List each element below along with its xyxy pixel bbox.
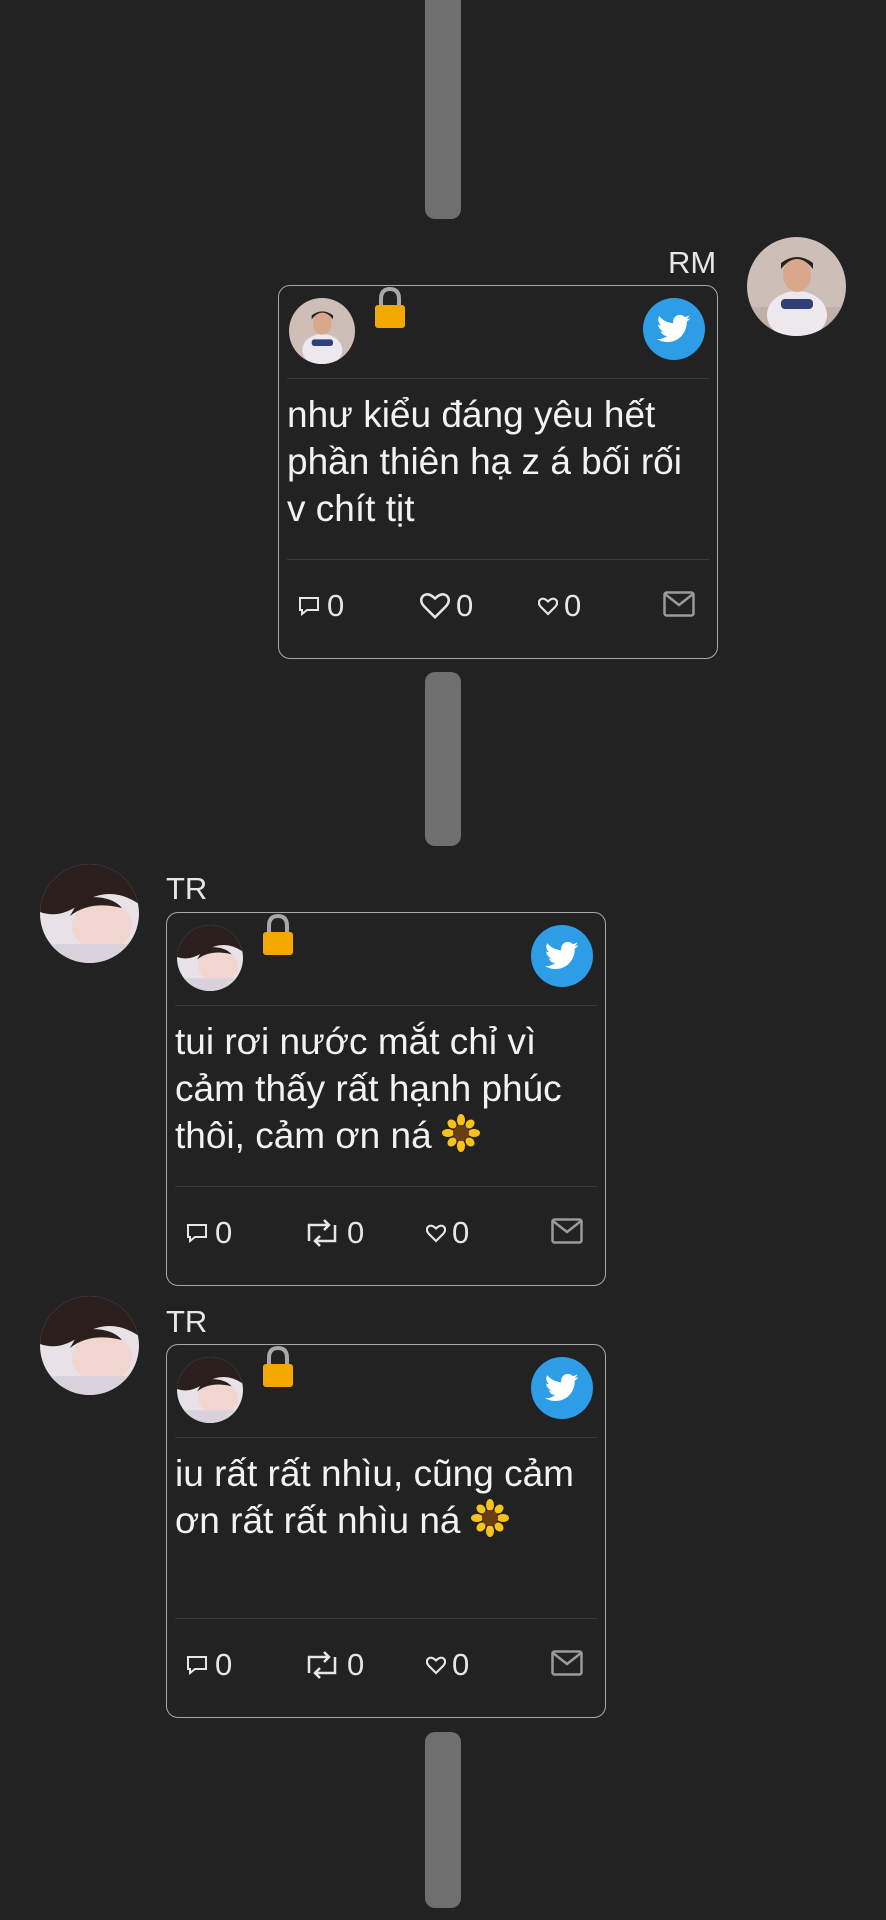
message-card[interactable]: như kiểu đáng yêu hết phần thiên hạ z á … xyxy=(278,285,718,659)
heart-count: 0 xyxy=(564,588,582,623)
like-stat[interactable]: 0 xyxy=(426,1215,469,1251)
message-text: tui rơi nước mắt chỉ vì cảm thấy rất hạn… xyxy=(175,1021,562,1156)
message-card[interactable]: tui rơi nước mắt chỉ vì cảm thấy rất hạn… xyxy=(166,912,606,1286)
heart-stat[interactable]: 0 xyxy=(538,588,581,624)
avatar[interactable] xyxy=(40,1296,139,1395)
lock-icon xyxy=(263,913,293,955)
twitter-icon[interactable] xyxy=(531,1357,593,1419)
avatar[interactable] xyxy=(747,237,846,336)
sender-name: RM xyxy=(668,245,717,280)
comment-count: 0 xyxy=(215,1647,233,1682)
message-body: tui rơi nước mắt chỉ vì cảm thấy rất hạn… xyxy=(175,1006,597,1187)
message-text: như kiểu đáng yêu hết phần thiên hạ z á … xyxy=(287,379,709,560)
divider-bar xyxy=(425,1732,461,1908)
card-header xyxy=(287,286,709,379)
comment-stat[interactable]: 0 xyxy=(185,1647,232,1683)
card-footer: 0 0 0 xyxy=(287,560,709,658)
retweet-icon xyxy=(307,1651,337,1679)
retweet-icon xyxy=(307,1219,337,1247)
small-heart-icon xyxy=(426,1224,446,1242)
retweet-count: 0 xyxy=(347,1215,365,1250)
card-footer: 0 0 0 xyxy=(175,1187,597,1285)
divider-bar xyxy=(425,0,461,219)
speech-bubble-icon xyxy=(299,597,319,617)
sunflower-emoji xyxy=(441,1114,480,1152)
small-heart-icon xyxy=(538,597,558,615)
avatar[interactable] xyxy=(40,864,139,963)
card-avatar xyxy=(177,1357,243,1423)
twitter-icon[interactable] xyxy=(643,298,705,360)
retweet-stat[interactable]: 0 xyxy=(303,1215,364,1251)
comment-stat[interactable]: 0 xyxy=(297,588,344,624)
like-stat[interactable]: 0 xyxy=(426,1647,469,1683)
like-count: 0 xyxy=(452,1215,470,1250)
like-count: 0 xyxy=(452,1647,470,1682)
card-header xyxy=(175,1345,597,1438)
small-heart-icon xyxy=(426,1656,446,1674)
speech-bubble-icon xyxy=(187,1656,207,1676)
comment-stat[interactable]: 0 xyxy=(185,1215,232,1251)
retweet-stat[interactable]: 0 xyxy=(303,1647,364,1683)
mail-icon[interactable] xyxy=(551,1650,583,1676)
comment-count: 0 xyxy=(327,588,345,623)
like-stat[interactable]: 0 xyxy=(420,588,473,624)
card-header xyxy=(175,913,597,1006)
card-footer: 0 0 0 xyxy=(175,1619,597,1717)
sender-name: TR xyxy=(166,871,208,906)
retweet-count: 0 xyxy=(347,1647,365,1682)
divider-bar xyxy=(425,672,461,846)
message-text: iu rất rất nhìu, cũng cảm ơn rất rất nhì… xyxy=(175,1453,574,1541)
twitter-icon[interactable] xyxy=(531,925,593,987)
mail-icon[interactable] xyxy=(663,591,695,617)
card-avatar xyxy=(289,298,355,364)
comment-count: 0 xyxy=(215,1215,233,1250)
card-avatar xyxy=(177,925,243,991)
sunflower-emoji xyxy=(470,1499,509,1537)
lock-icon xyxy=(375,286,405,328)
lock-icon xyxy=(263,1345,293,1387)
message-card[interactable]: iu rất rất nhìu, cũng cảm ơn rất rất nhì… xyxy=(166,1344,606,1718)
sender-name: TR xyxy=(166,1304,208,1339)
message-body: iu rất rất nhìu, cũng cảm ơn rất rất nhì… xyxy=(175,1438,597,1619)
like-count: 0 xyxy=(456,588,474,623)
heart-icon xyxy=(420,593,450,620)
speech-bubble-icon xyxy=(187,1224,207,1244)
mail-icon[interactable] xyxy=(551,1218,583,1244)
